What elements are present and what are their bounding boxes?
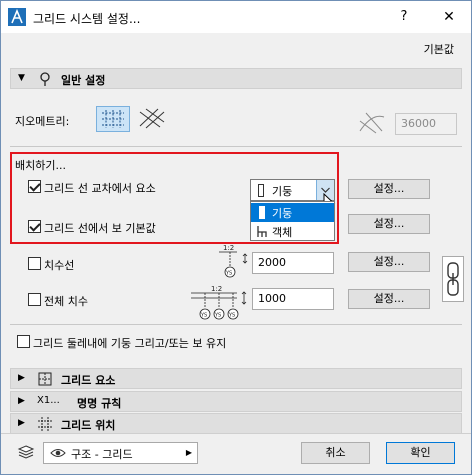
oblique-grid-icon — [139, 108, 165, 129]
archicad-app-icon — [8, 8, 26, 26]
radial-grid-icon — [359, 112, 385, 134]
column-icon — [259, 206, 265, 219]
grid-badge-text: YS — [214, 313, 221, 319]
ok-button[interactable]: 확인 — [386, 442, 455, 464]
geometry-label: 지오메트리: — [15, 115, 70, 128]
overall-dimension-checkbox[interactable] — [28, 293, 41, 306]
geometry-orthogonal-button[interactable] — [96, 106, 130, 132]
collapse-triangle-icon: ▼ — [18, 73, 25, 83]
chain-link-button[interactable] — [442, 256, 464, 302]
layers-icon — [17, 445, 35, 459]
expand-triangle-icon: ▶ — [18, 396, 25, 406]
eye-icon — [50, 449, 66, 457]
orthogonal-grid-icon — [102, 110, 124, 128]
overall-scale-text: 1:2 — [211, 285, 222, 293]
geometry-angle-field: 36000 — [395, 113, 457, 135]
dimension-diagram-icon: 1:2 YS — [219, 244, 248, 278]
section-divider — [10, 324, 462, 325]
section-general-title: 일반 설정 — [61, 74, 106, 87]
overall-offset-field[interactable]: 1000 — [252, 288, 334, 310]
section-grid-elements-header[interactable]: ▶ 그리드 요소 — [10, 368, 462, 389]
dropdown-option-object[interactable]: 객체 — [251, 222, 334, 241]
grid-element-icon — [38, 372, 52, 386]
keep-within-grid-checkbox[interactable] — [17, 335, 30, 348]
default-link[interactable]: 기본값 — [424, 41, 454, 57]
element-type-dropdown: 기둥 객체 — [250, 201, 335, 241]
caret-right-icon: ▶ — [185, 448, 192, 457]
section-naming-title: 명명 규칙 — [77, 397, 122, 410]
dropdown-option-column[interactable]: 기둥 — [251, 203, 334, 222]
column-icon — [258, 184, 264, 197]
dimension-checkbox[interactable] — [28, 257, 41, 270]
element-select-value: 기둥 — [272, 185, 293, 198]
intersection-settings-button[interactable]: 설정... — [348, 179, 430, 199]
expand-triangle-icon: ▶ — [18, 418, 25, 428]
chain-link-icon — [447, 262, 459, 296]
section-divider — [10, 146, 462, 147]
settings-pin-icon — [40, 72, 50, 86]
dimension-checkbox-label: 치수선 — [44, 259, 75, 272]
gridline-settings-button[interactable]: 설정... — [348, 214, 430, 234]
layer-select[interactable]: 구조 - 그리드 ▶ — [43, 442, 198, 464]
overall-dimension-diagram-icon: 1:2 YS YS YS — [191, 285, 247, 320]
keep-within-grid-label: 그리드 둘레내에 기둥 그리고/또는 보 유지 — [33, 337, 227, 350]
close-button[interactable]: ✕ — [439, 7, 459, 27]
dimension-settings-button[interactable]: 설정... — [348, 252, 430, 272]
dialog-window: 그리드 시스템 설정... ? ✕ 기본값 ▼ 일반 설정 지오메트리: 360… — [0, 0, 472, 475]
section-naming-header[interactable]: ▶ X1... 명명 규칙 — [10, 391, 462, 412]
help-button[interactable]: ? — [394, 7, 414, 27]
overall-dimension-label: 전체 치수 — [44, 295, 88, 308]
dropdown-option-label: 객체 — [272, 226, 293, 239]
geometry-oblique-button[interactable] — [136, 106, 170, 132]
title-bar: 그리드 시스템 설정... ? ✕ — [1, 1, 471, 33]
expand-triangle-icon: ▶ — [18, 373, 25, 383]
overall-settings-button[interactable]: 설정... — [348, 289, 430, 309]
cancel-button[interactable]: 취소 — [301, 442, 370, 464]
window-title: 그리드 시스템 설정... — [33, 12, 141, 26]
section-general-header[interactable]: ▼ 일반 설정 — [10, 68, 462, 89]
section-grid-elements-title: 그리드 요소 — [61, 374, 116, 387]
dimension-offset-field[interactable]: 2000 — [252, 252, 334, 274]
object-chair-icon — [257, 226, 267, 237]
layer-select-value: 구조 - 그리드 — [71, 448, 133, 461]
section-grid-position-title: 그리드 위치 — [61, 419, 116, 432]
grid-badge-text: YS — [200, 313, 207, 319]
grid-position-icon — [38, 417, 52, 431]
dimension-scale-text: 1:2 — [223, 244, 234, 252]
naming-icon: X1... — [37, 395, 60, 406]
footer-divider — [1, 433, 471, 434]
grid-badge-text: YS — [228, 313, 235, 319]
section-grid-position-header[interactable]: ▶ 그리드 위치 — [10, 413, 462, 434]
dropdown-option-label: 기둥 — [272, 207, 293, 220]
grid-badge-text: YS — [225, 271, 232, 277]
